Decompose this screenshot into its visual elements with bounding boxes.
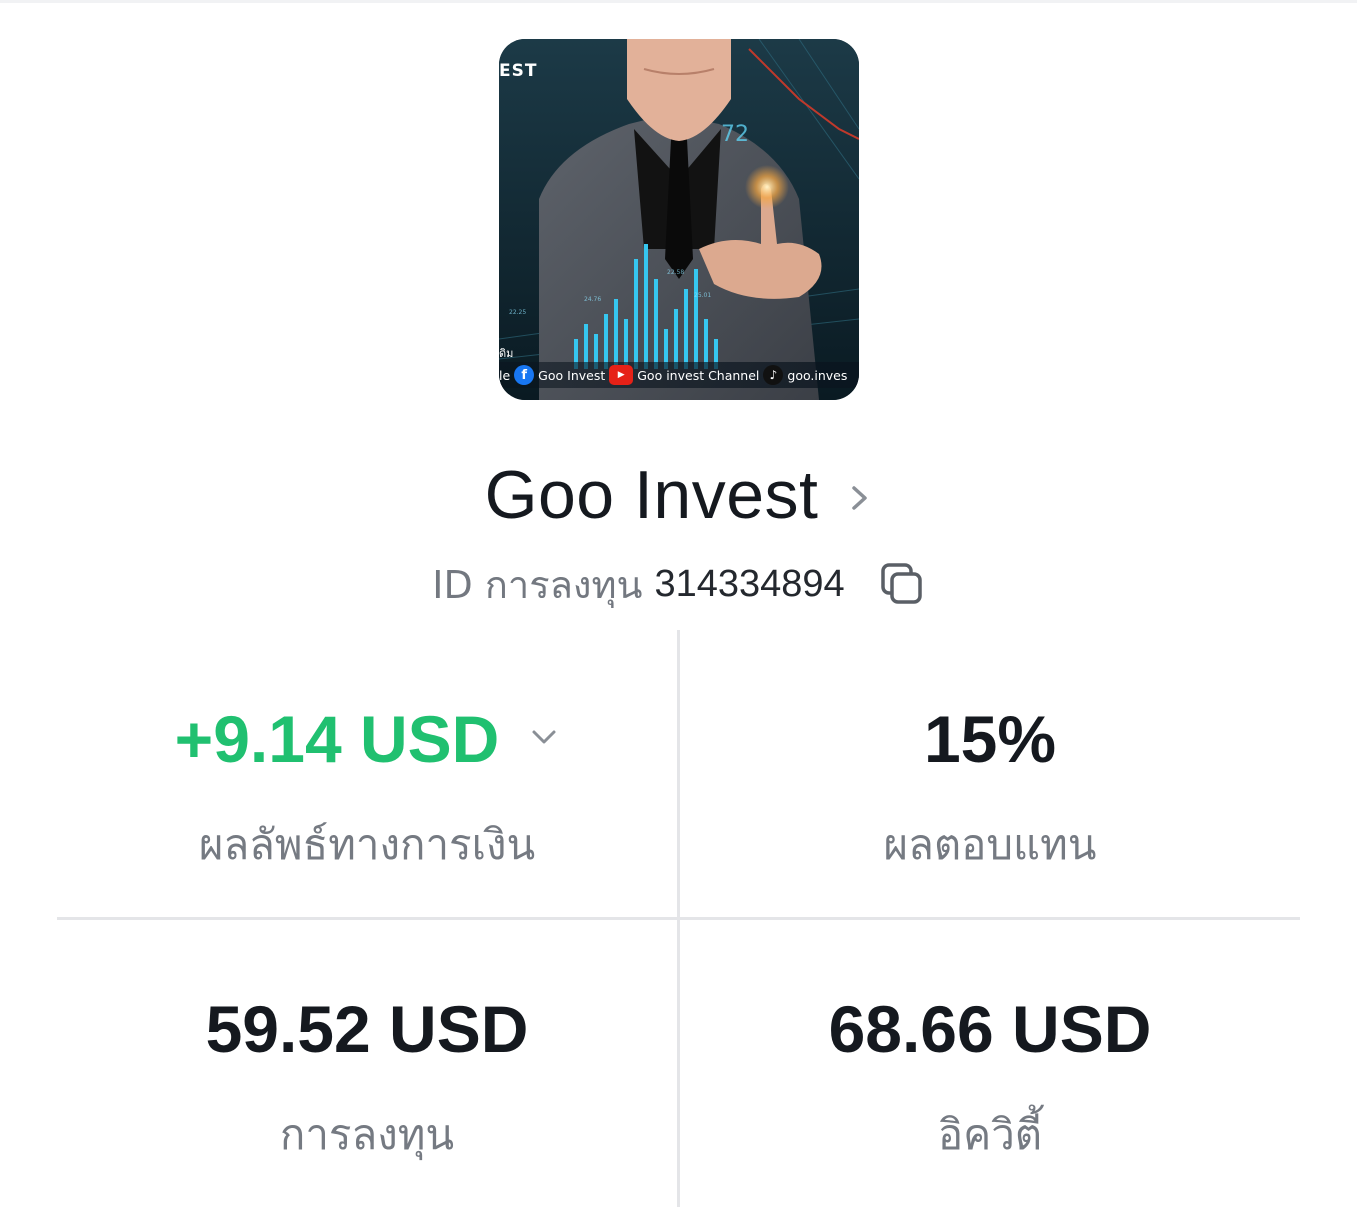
chevron-down-icon[interactable] [529,727,559,747]
avatar-corner-text: EST [499,61,538,81]
copy-icon[interactable] [879,561,925,607]
svg-text:22.25: 22.25 [509,309,526,316]
avatar-image: 22.58 25.01 24.76 22.25 72 ดิม [499,39,859,400]
facebook-label: Goo Invest [538,367,606,383]
return-value: 15% [923,702,1057,776]
svg-text:25.01: 25.01 [694,292,711,299]
avatar-social-banner: le f Goo Invest ▶ Goo invest Channel ♪ g… [499,362,859,388]
equity-label: อิควิตี้ [937,1110,1043,1159]
investment-label: การลงทุน [279,1110,455,1159]
stat-investment: 59.52 USD การลงทุน [57,996,677,1156]
stat-equity: 68.66 USD อิควิตี้ [680,996,1300,1156]
financial-result-label: ผลลัพธ์ทางการเงิน [198,820,536,869]
profile-name-row[interactable]: Goo Invest [0,452,1357,538]
svg-text:ดิม: ดิม [499,347,513,360]
profile-name[interactable]: Goo Invest [485,456,819,534]
investment-id-value: 314334894 [654,562,845,605]
tiktok-icon: ♪ [763,365,784,385]
stat-financial-result[interactable]: +9.14 USD ผลลัพธ์ทางการเงิน [57,706,677,866]
investment-id-label: ID การลงทุน [432,562,643,607]
stat-return: 15% ผลตอบแทน [680,706,1300,866]
svg-text:72: 72 [721,122,749,147]
svg-text:22.58: 22.58 [667,269,684,276]
chevron-right-icon[interactable] [848,481,872,515]
youtube-icon: ▶ [609,365,634,385]
tiktok-label: goo.inves [787,367,848,383]
stats-horizontal-divider [57,917,1300,920]
return-label: ผลตอบแทน [883,820,1097,869]
equity-value: 68.66 USD [828,992,1152,1066]
investment-value: 59.52 USD [205,992,529,1066]
stat-value-row[interactable]: +9.14 USD [57,706,677,772]
facebook-icon: f [514,365,535,385]
financial-result-value: +9.14 USD [174,702,500,776]
svg-text:24.76: 24.76 [584,296,601,303]
investment-id-row: ID การลงทุน 314334894 [0,556,1357,612]
top-edge [0,0,1357,3]
youtube-label: Goo invest Channel [637,367,760,383]
profile-avatar[interactable]: 22.58 25.01 24.76 22.25 72 ดิม EST le f … [499,39,859,400]
